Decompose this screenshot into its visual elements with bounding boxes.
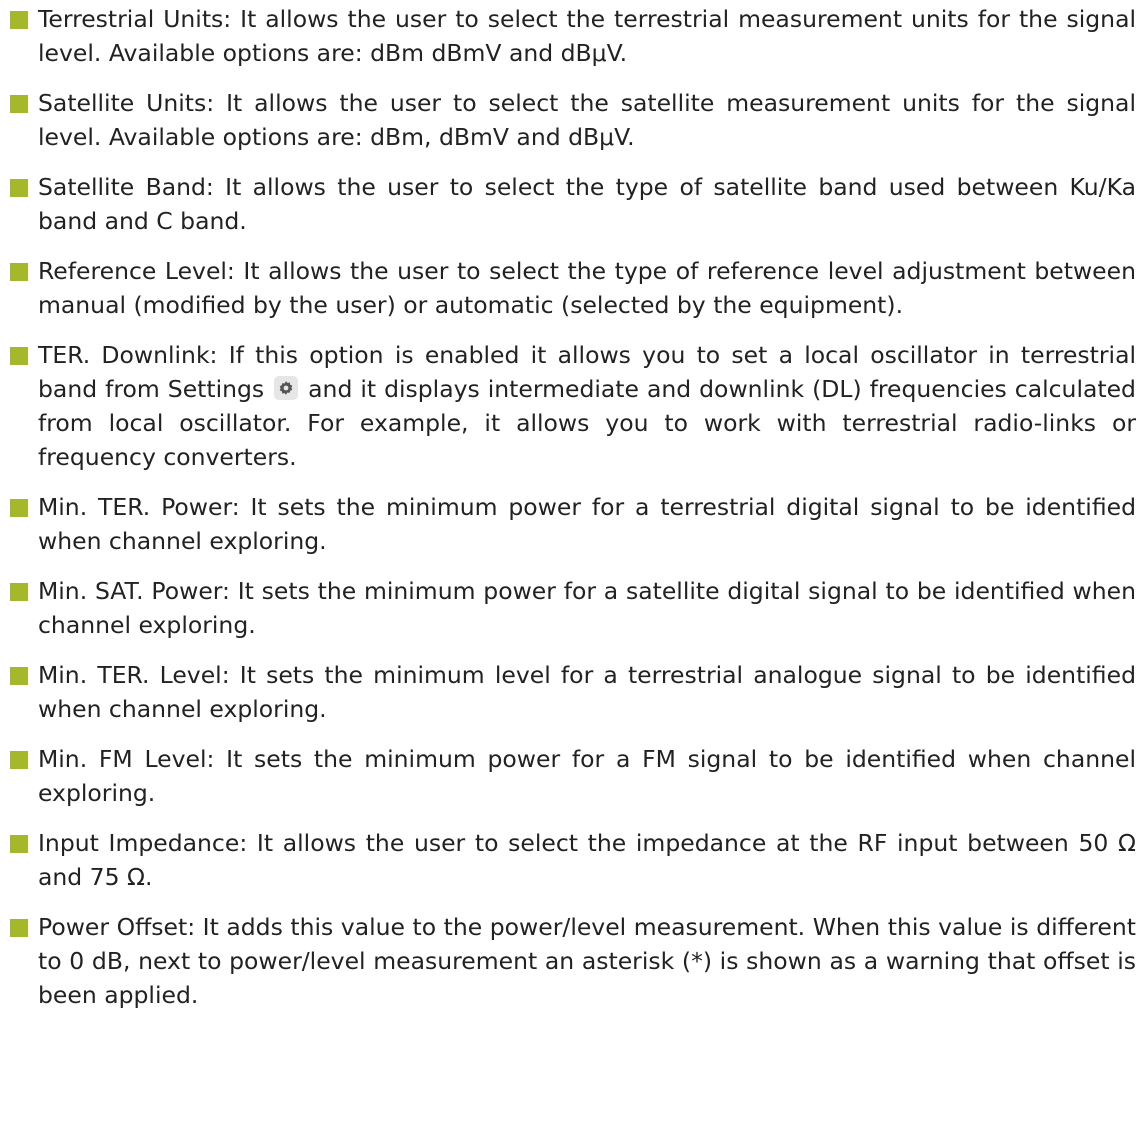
list-item-min-fm-level: Min. FM Level: It sets the minimum power…: [0, 742, 1136, 810]
list-item-text: Min. TER. Power: It sets the minimum pow…: [38, 493, 1136, 555]
list-item-input-impedance: Input Impedance: It allows the user to s…: [0, 826, 1136, 894]
list-item-min-ter-power: Min. TER. Power: It sets the minimum pow…: [0, 490, 1136, 558]
square-bullet-icon: [10, 751, 28, 769]
list-item-text: Reference Level: It allows the user to s…: [38, 257, 1136, 319]
gear-icon: [274, 376, 299, 400]
list-item-satellite-band: Satellite Band: It allows the user to se…: [0, 170, 1136, 238]
list-item-text: Power Offset: It adds this value to the …: [38, 913, 1136, 1009]
square-bullet-icon: [10, 263, 28, 281]
list-item-text: Min. FM Level: It sets the minimum power…: [38, 745, 1136, 807]
list-item-reference-level: Reference Level: It allows the user to s…: [0, 254, 1136, 322]
square-bullet-icon: [10, 583, 28, 601]
list-item-power-offset: Power Offset: It adds this value to the …: [0, 910, 1136, 1012]
square-bullet-icon: [10, 499, 28, 517]
list-item-terrestrial-units: Terrestrial Units: It allows the user to…: [0, 2, 1136, 70]
square-bullet-icon: [10, 95, 28, 113]
list-item-min-ter-level: Min. TER. Level: It sets the minimum lev…: [0, 658, 1136, 726]
list-item-text: Satellite Band: It allows the user to se…: [38, 173, 1136, 235]
list-item-min-sat-power: Min. SAT. Power: It sets the minimum pow…: [0, 574, 1136, 642]
list-item-satellite-units: Satellite Units: It allows the user to s…: [0, 86, 1136, 154]
square-bullet-icon: [10, 835, 28, 853]
list-item-text: TER. Downlink: If this option is enabled…: [0, 338, 1136, 474]
list-item-text: Input Impedance: It allows the user to s…: [38, 829, 1136, 891]
square-bullet-icon: [10, 919, 28, 937]
square-bullet-icon: [10, 179, 28, 197]
square-bullet-icon: [10, 667, 28, 685]
square-bullet-icon: [10, 347, 28, 365]
list-item-text: Satellite Units: It allows the user to s…: [38, 89, 1136, 151]
list-item-ter-downlink: TER. Downlink: If this option is enabled…: [0, 338, 1136, 474]
square-bullet-icon: [10, 11, 28, 29]
list-item-text: Min. TER. Level: It sets the minimum lev…: [38, 661, 1136, 723]
list-item-text: Terrestrial Units: It allows the user to…: [38, 5, 1136, 67]
list-item-text: Min. SAT. Power: It sets the minimum pow…: [38, 577, 1136, 639]
